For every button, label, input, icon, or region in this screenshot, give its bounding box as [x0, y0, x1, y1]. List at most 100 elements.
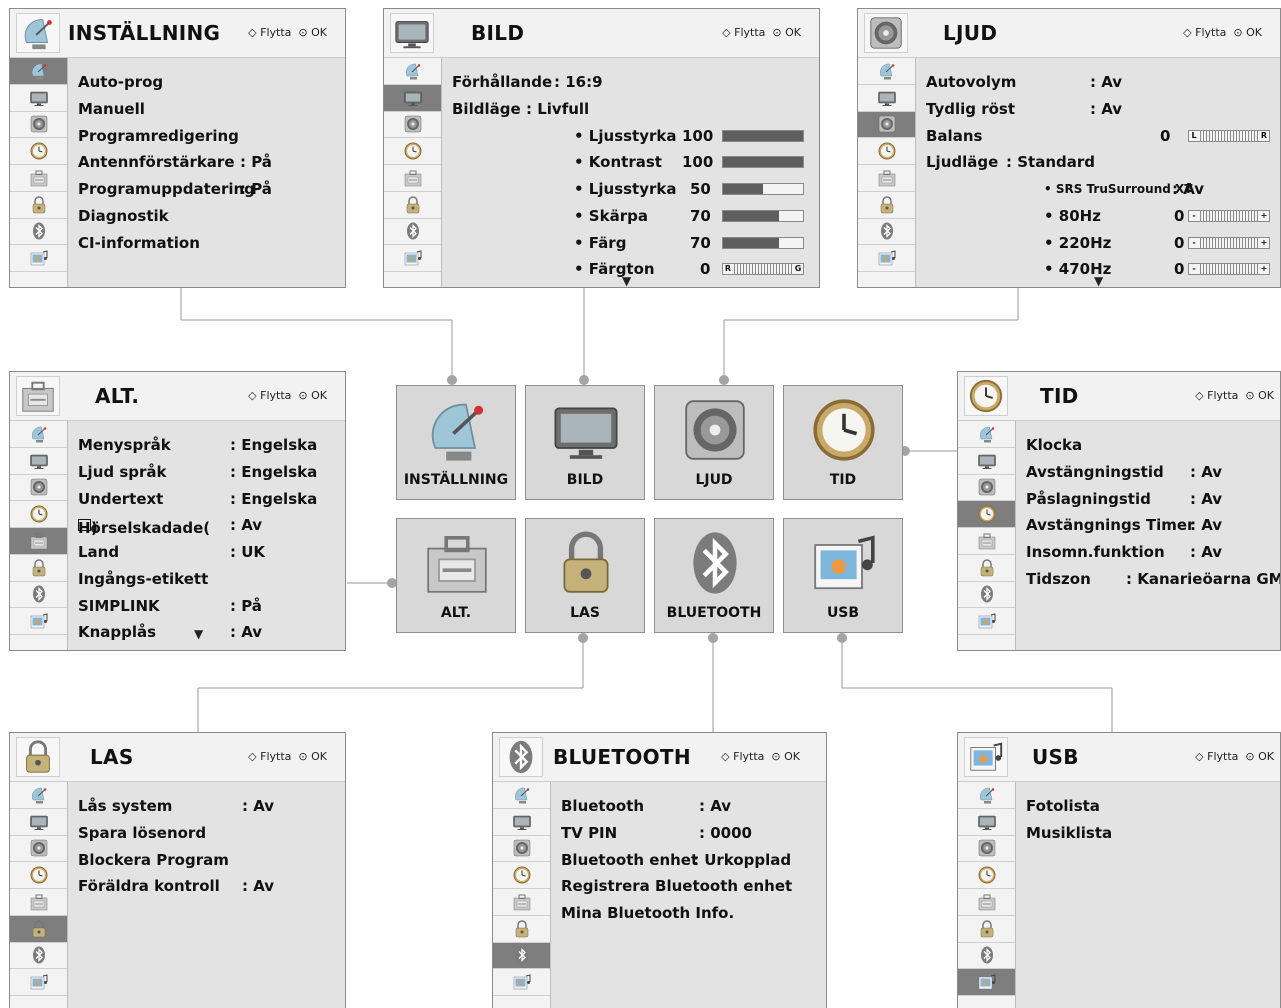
menu-row-musiklista[interactable]: Musiklista	[1026, 821, 1280, 848]
side-menu[interactable]	[10, 782, 68, 1008]
side-item-lock[interactable]	[493, 916, 550, 943]
side-item-toolbox[interactable]	[858, 165, 915, 192]
menu-row-forhallande[interactable]: Förhållande: 16:9	[452, 70, 819, 97]
side-item-monitor[interactable]	[384, 84, 441, 112]
menu-row-programredigering[interactable]: Programredigering	[78, 124, 345, 151]
side-item-bluetooth[interactable]	[10, 219, 67, 246]
menu-row-spara-losenord[interactable]: Spara lösenord	[78, 821, 345, 848]
side-item-toolbox[interactable]	[384, 165, 441, 192]
menu-row-programuppdatering[interactable]: Programuppdatering: På	[78, 177, 345, 204]
side-item-toolbox[interactable]	[493, 889, 550, 916]
menu-row-avstangningstid[interactable]: Avstängningstid: Av	[1026, 460, 1280, 487]
side-item-toolbox[interactable]	[958, 889, 1015, 916]
side-item-lock[interactable]	[958, 916, 1015, 943]
menu-row-avstangnings-timer[interactable]: Avstängnings Timer: Av	[1026, 513, 1280, 540]
side-menu[interactable]	[958, 782, 1016, 1008]
hub-tile-las[interactable]: LAS	[525, 518, 645, 633]
side-item-lock[interactable]	[10, 915, 67, 943]
side-item-speaker[interactable]	[493, 836, 550, 863]
hub-tile-usb[interactable]: USB	[783, 518, 903, 633]
side-item-bluetooth[interactable]	[958, 582, 1015, 609]
side-item-usb-photo[interactable]	[958, 969, 1015, 996]
side-item-monitor[interactable]	[493, 809, 550, 836]
menu-row-fotolista[interactable]: Fotolista	[1026, 794, 1280, 821]
side-item-speaker[interactable]	[858, 111, 915, 139]
side-item-lock[interactable]	[858, 192, 915, 219]
menu-row-ljud-sprak[interactable]: Ljud språk: Engelska	[78, 460, 345, 487]
menu-row-srs[interactable]: • SRS TruSurround XT: Av	[926, 177, 1280, 204]
menu-row-las-system[interactable]: Lås system: Av	[78, 794, 345, 821]
side-item-usb-photo[interactable]	[958, 608, 1015, 635]
menu-row-horselskadade[interactable]: Hörselskadade(): Av	[78, 513, 345, 540]
side-item-usb-photo[interactable]	[10, 608, 67, 635]
side-item-clock[interactable]	[858, 138, 915, 165]
slider-row[interactable]: • Ljusstyrka 100	[452, 124, 819, 151]
slider-row[interactable]: • Kontrast 100	[452, 150, 819, 177]
menu-row-ci-information[interactable]: CI-information	[78, 231, 345, 258]
side-item-clock[interactable]	[493, 862, 550, 889]
side-item-toolbox[interactable]	[958, 528, 1015, 555]
menu-row-mina-bluetooth-info[interactable]: Mina Bluetooth Info.	[561, 901, 826, 928]
menu-row-blockera-program[interactable]: Blockera Program	[78, 848, 345, 875]
menu-row-tidszon[interactable]: Tidszon: Kanarieöarna GMT	[1026, 567, 1280, 594]
side-menu[interactable]	[10, 421, 68, 650]
menu-row-balans[interactable]: Balans 0 LR	[926, 124, 1280, 151]
side-item-bluetooth[interactable]	[10, 582, 67, 609]
menu-row-diagnostik[interactable]: Diagnostik	[78, 204, 345, 231]
side-item-monitor[interactable]	[10, 85, 67, 112]
menu-row-ljudlage[interactable]: Ljudläge: Standard	[926, 150, 1280, 177]
menu-row-undertext[interactable]: Undertext: Engelska	[78, 487, 345, 514]
side-item-usb-photo[interactable]	[10, 245, 67, 272]
menu-row-foraldra-kontroll[interactable]: Föräldra kontroll: Av	[78, 874, 345, 901]
side-item-satellite[interactable]	[10, 421, 67, 448]
side-item-monitor[interactable]	[10, 809, 67, 836]
side-item-lock[interactable]	[10, 192, 67, 219]
eq-row[interactable]: • 220Hz 0 - +	[926, 231, 1280, 258]
side-item-bluetooth[interactable]	[384, 219, 441, 246]
hub-tile-installning[interactable]: INSTÄLLNING	[396, 385, 516, 500]
side-item-monitor[interactable]	[10, 448, 67, 475]
side-item-clock[interactable]	[384, 138, 441, 165]
side-item-bluetooth[interactable]	[493, 942, 550, 970]
side-item-satellite[interactable]	[10, 58, 67, 85]
side-menu[interactable]	[493, 782, 551, 1008]
hub-tile-bild[interactable]: BILD	[525, 385, 645, 500]
menu-row-antennforstarkare[interactable]: Antennförstärkare: På	[78, 150, 345, 177]
menu-row-autovolym[interactable]: Autovolym: Av	[926, 70, 1280, 97]
hub-tile-tid[interactable]: TID	[783, 385, 903, 500]
side-menu[interactable]	[858, 58, 916, 287]
side-item-speaker[interactable]	[10, 112, 67, 139]
side-item-satellite[interactable]	[493, 782, 550, 809]
menu-row-paslagningstid[interactable]: Påslagningstid: Av	[1026, 487, 1280, 514]
side-item-usb-photo[interactable]	[858, 245, 915, 272]
menu-row-klocka[interactable]: Klocka	[1026, 433, 1280, 460]
side-item-speaker[interactable]	[10, 836, 67, 863]
side-item-monitor[interactable]	[958, 448, 1015, 475]
side-item-usb-photo[interactable]	[384, 245, 441, 272]
side-item-satellite[interactable]	[958, 421, 1015, 448]
side-item-lock[interactable]	[10, 555, 67, 582]
side-item-clock[interactable]	[10, 862, 67, 889]
side-item-speaker[interactable]	[958, 475, 1015, 502]
slider-row[interactable]: • Skärpa 70	[452, 204, 819, 231]
side-menu[interactable]	[958, 421, 1016, 650]
menu-row-bluetooth[interactable]: Bluetooth: Av	[561, 794, 826, 821]
side-item-usb-photo[interactable]	[493, 969, 550, 996]
menu-row-auto-prog[interactable]: Auto-prog	[78, 70, 345, 97]
menu-row-knapplas[interactable]: Knapplås: Av	[78, 620, 345, 647]
slider-row[interactable]: • Ljusstyrka 50	[452, 177, 819, 204]
side-item-toolbox[interactable]	[10, 528, 67, 555]
side-item-speaker[interactable]	[958, 836, 1015, 863]
menu-row-manuell[interactable]: Manuell	[78, 97, 345, 124]
side-item-satellite[interactable]	[10, 782, 67, 809]
side-item-bluetooth[interactable]	[10, 943, 67, 970]
side-item-clock[interactable]	[10, 501, 67, 528]
side-item-speaker[interactable]	[384, 112, 441, 139]
side-item-clock[interactable]	[958, 862, 1015, 889]
menu-row-tydlig-rost[interactable]: Tydlig röst: Av	[926, 97, 1280, 124]
side-item-usb-photo[interactable]	[10, 969, 67, 996]
menu-row-simplink[interactable]: SIMPLINK: På	[78, 594, 345, 621]
side-item-toolbox[interactable]	[10, 165, 67, 192]
menu-row-bildlage[interactable]: Bildläge: Livfull	[452, 97, 819, 124]
menu-row-land[interactable]: Land: UK	[78, 540, 345, 567]
